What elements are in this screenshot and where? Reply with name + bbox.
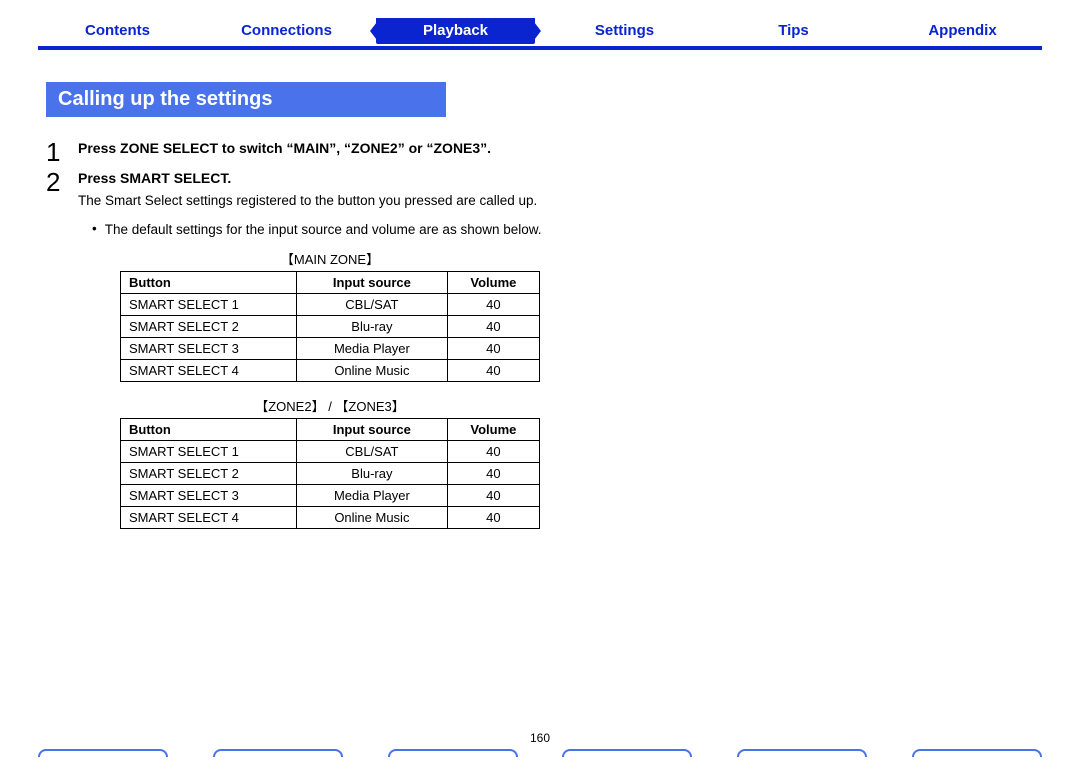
cell-button: SMART SELECT 2 [121,463,297,485]
cell-input: Blu-ray [296,463,447,485]
table-header-row: Button Input source Volume [121,272,540,294]
footer-nav-shapes [38,749,1042,757]
page-number: 160 [38,731,1042,745]
cell-input: Media Player [296,338,447,360]
table-row: SMART SELECT 3 Media Player 40 [121,338,540,360]
cell-volume: 40 [447,360,539,382]
footer-shape[interactable] [912,749,1042,757]
tab-settings[interactable]: Settings [545,18,704,44]
step-number: 2 [46,169,78,195]
section-title: Calling up the settings [46,82,446,117]
table-row: SMART SELECT 4 Online Music 40 [121,360,540,382]
step-2: 2 Press SMART SELECT. The Smart Select s… [46,169,586,543]
note-bullet: The default settings for the input sourc… [92,221,586,239]
table-row: SMART SELECT 2 Blu-ray 40 [121,463,540,485]
table-main-zone: 【MAIN ZONE】 Button Input source Volume S… [120,249,540,382]
tab-bar: Contents Connections Playback Settings T… [38,18,1042,44]
cell-button: SMART SELECT 3 [121,338,297,360]
col-input: Input source [296,419,447,441]
cell-input: Blu-ray [296,316,447,338]
note-text: The default settings for the input sourc… [105,221,542,239]
cell-button: SMART SELECT 1 [121,294,297,316]
step-1: 1 Press ZONE SELECT to switch “MAIN”, “Z… [46,139,586,165]
footer-shape[interactable] [213,749,343,757]
col-button: Button [121,272,297,294]
cell-button: SMART SELECT 3 [121,485,297,507]
footer-shape[interactable] [737,749,867,757]
page-footer: 160 [38,731,1042,757]
cell-button: SMART SELECT 1 [121,441,297,463]
steps-list: 1 Press ZONE SELECT to switch “MAIN”, “Z… [46,139,586,543]
table-row: SMART SELECT 1 CBL/SAT 40 [121,441,540,463]
cell-input: Online Music [296,507,447,529]
header-rule [38,46,1042,50]
col-volume: Volume [447,419,539,441]
cell-volume: 40 [447,507,539,529]
tab-tips[interactable]: Tips [714,18,873,44]
table-header-row: Button Input source Volume [121,419,540,441]
footer-shape[interactable] [38,749,168,757]
cell-volume: 40 [447,294,539,316]
cell-button: SMART SELECT 4 [121,360,297,382]
cell-volume: 40 [447,485,539,507]
cell-input: Media Player [296,485,447,507]
table-row: SMART SELECT 2 Blu-ray 40 [121,316,540,338]
step-title: Press ZONE SELECT to switch “MAIN”, “ZON… [78,139,586,158]
cell-input: CBL/SAT [296,441,447,463]
table-caption: 【MAIN ZONE】 [120,249,540,268]
cell-button: SMART SELECT 2 [121,316,297,338]
settings-table: Button Input source Volume SMART SELECT … [120,271,540,382]
settings-table: Button Input source Volume SMART SELECT … [120,418,540,529]
step-number: 1 [46,139,78,165]
cell-volume: 40 [447,316,539,338]
cell-input: CBL/SAT [296,294,447,316]
tab-contents[interactable]: Contents [38,18,197,44]
col-input: Input source [296,272,447,294]
col-button: Button [121,419,297,441]
cell-volume: 40 [447,441,539,463]
step-description: The Smart Select settings registered to … [78,192,586,211]
cell-button: SMART SELECT 4 [121,507,297,529]
cell-volume: 40 [447,338,539,360]
col-volume: Volume [447,272,539,294]
footer-shape[interactable] [562,749,692,757]
tab-appendix[interactable]: Appendix [883,18,1042,44]
tab-playback[interactable]: Playback [376,18,535,44]
table-caption: 【ZONE2】 / 【ZONE3】 [120,396,540,415]
cell-input: Online Music [296,360,447,382]
footer-shape[interactable] [388,749,518,757]
table-row: SMART SELECT 3 Media Player 40 [121,485,540,507]
cell-volume: 40 [447,463,539,485]
table-zone23: 【ZONE2】 / 【ZONE3】 Button Input source Vo… [120,396,540,529]
tab-connections[interactable]: Connections [207,18,366,44]
table-row: SMART SELECT 4 Online Music 40 [121,507,540,529]
step-title: Press SMART SELECT. [78,169,586,188]
table-row: SMART SELECT 1 CBL/SAT 40 [121,294,540,316]
